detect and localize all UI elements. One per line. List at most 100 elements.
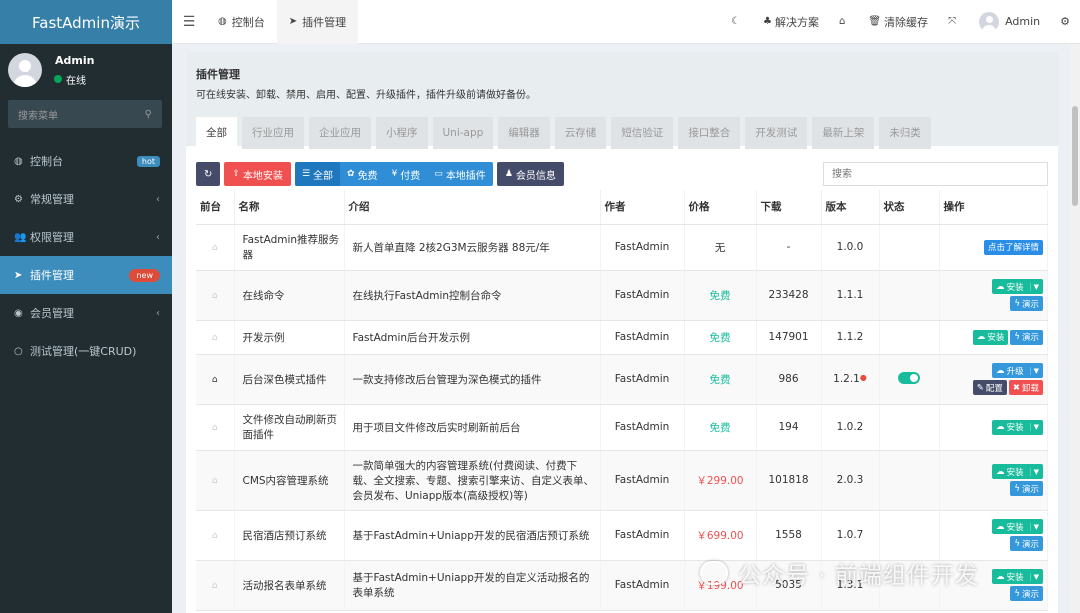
plugin-author[interactable]: FastAdmin (600, 270, 685, 321)
caret-down-icon[interactable]: ▼ (1029, 366, 1039, 375)
category-tab-4[interactable]: Uni-app (432, 117, 494, 149)
plugin-author[interactable]: FastAdmin (600, 224, 685, 271)
install-button[interactable]: ☁ 安装 ▼ (992, 464, 1043, 479)
detail-button[interactable]: 点击了解详情 (983, 239, 1043, 255)
sidebar-item-0[interactable]: ◍ 控制台 hot (0, 142, 172, 180)
search-icon[interactable]: ⚲ (145, 109, 152, 120)
sidebar-item-label: 插件管理 (30, 269, 74, 282)
page-scrollbar[interactable] (1070, 44, 1080, 613)
column-header: 作者 (600, 190, 685, 225)
home-icon[interactable]: ⌂ (212, 423, 218, 433)
home-icon[interactable]: ⌂ (212, 476, 218, 486)
category-tab-7[interactable]: 短信验证 (611, 117, 674, 149)
sidebar-item-2[interactable]: 👥 权限管理 ‹ (0, 218, 172, 256)
fullscreen-icon[interactable]: ⤧ (938, 16, 969, 27)
home-icon[interactable]: ⌂ (829, 16, 858, 27)
demo-button[interactable]: ϟ 演示 (1010, 586, 1043, 601)
install-button[interactable]: ☁ 安装 (972, 329, 1009, 345)
config-button[interactable]: ✎ 配置 (972, 380, 1007, 395)
hamburger-menu-icon[interactable]: ☰ (172, 14, 206, 30)
install-button[interactable]: ☁ 安装 ▼ (992, 419, 1043, 435)
category-tab-9[interactable]: 开发测试 (745, 117, 808, 149)
plugin-status (879, 320, 940, 355)
plugin-actions: ☁ 安装 ▼ ϟ 演示 (939, 450, 1048, 511)
caret-down-icon[interactable]: ▼ (1029, 467, 1039, 476)
panel-heading: 插件管理 可在线安装、卸载、禁用、启用、配置、升级插件，插件升级前请做好备份。 … (186, 52, 1058, 149)
uninstall-button[interactable]: ✖ 卸载 (1008, 380, 1043, 395)
plugin-author[interactable]: FastAdmin (600, 450, 685, 511)
category-tab-2[interactable]: 企业应用 (309, 117, 371, 149)
plugin-version: 1.0.7 (821, 510, 880, 561)
category-tab-10[interactable]: 最新上架 (812, 117, 875, 149)
category-tab-5[interactable]: 编辑器 (498, 117, 550, 149)
category-tab-0[interactable]: 全部 (196, 117, 237, 149)
home-icon[interactable]: ⌂ (212, 243, 218, 253)
demo-button[interactable]: ϟ 演示 (1010, 296, 1043, 311)
toggle-on-icon[interactable] (898, 371, 920, 384)
toolbar: ↻ ⇪ 本地安装 ☰ 全部 ✿ 免费 ¥ 付费 ▭ 本地插件 ♟ 会员信息 (186, 146, 1058, 190)
cloud-download-icon: ☁ (996, 466, 1005, 477)
plugin-version: 1.1.2 (821, 320, 880, 355)
sidebar-menu: ◍ 控制台 hot ⚙ 常规管理 ‹ 👥 权限管理 ‹ ➤ 插件管理 new ◉ 会员管理 ‹ ○ 测试管理(一… (0, 142, 172, 370)
demo-button[interactable]: ϟ 演示 (1010, 536, 1043, 551)
nav-tab-1[interactable]: ➤ 插件管理 (276, 0, 359, 44)
plugin-author[interactable]: FastAdmin (600, 320, 685, 355)
plugin-author[interactable]: FastAdmin (600, 354, 685, 405)
install-button[interactable]: ☁ 安装 ▼ (992, 519, 1043, 534)
filter-button-2[interactable]: ¥ 付费 (385, 162, 428, 186)
plugin-name: 开发示例 (234, 320, 345, 355)
cloud-download-icon: ☁ (996, 281, 1005, 292)
sidebar-item-3[interactable]: ➤ 插件管理 new (0, 256, 172, 294)
refresh-button[interactable]: ↻ (196, 162, 221, 186)
home-icon[interactable]: ⌂ (212, 291, 218, 301)
home-icon[interactable]: ⌂ (212, 531, 218, 541)
circle-icon: ○ (14, 345, 23, 357)
caret-down-icon[interactable]: ▼ (1029, 423, 1039, 431)
filter-button-3[interactable]: ▭ 本地插件 (427, 162, 493, 186)
demo-button[interactable]: ϟ 演示 (1010, 329, 1043, 345)
table-row: ⌂ 开发示例 FastAdmin后台开发示例 FastAdmin 免费 147901 1.1… (196, 320, 1048, 355)
home-icon[interactable]: ⌂ (212, 375, 218, 385)
home-icon[interactable]: ⌂ (212, 581, 218, 591)
plugin-author[interactable]: FastAdmin (600, 510, 685, 561)
plugin-search-input[interactable] (823, 162, 1048, 186)
clear-cache-button[interactable]: 🗑 清除缓存 (858, 14, 938, 30)
category-tab-11[interactable]: 未归类 (879, 117, 931, 149)
brand-logo[interactable]: FastAdmin演示 (0, 0, 172, 44)
plugin-panel: 插件管理 可在线安装、卸载、禁用、启用、配置、升级插件，插件升级前请做好备份。 … (186, 52, 1058, 613)
nav-tab-label: 插件管理 (302, 15, 347, 29)
dark-mode-icon[interactable]: ☾ (721, 16, 753, 27)
member-info-button[interactable]: ♟ 会员信息 (496, 162, 564, 186)
category-tab-1[interactable]: 行业应用 (242, 117, 304, 149)
settings-icon[interactable]: ⚙ (1050, 15, 1080, 28)
caret-down-icon[interactable]: ▼ (1029, 282, 1039, 291)
plugin-author[interactable]: FastAdmin (600, 560, 685, 611)
category-tabs: 全部 行业应用 企业应用 小程序 Uni-app 编辑器 云存储 短信验证 接口整合 开发测试 最新… (196, 117, 1048, 149)
category-tab-6[interactable]: 云存储 (554, 117, 607, 149)
demo-button[interactable]: ϟ 演示 (1010, 481, 1043, 496)
install-button[interactable]: ☁ 安装 ▼ (992, 279, 1043, 294)
sidebar-item-4[interactable]: ◉ 会员管理 ‹ (0, 294, 172, 332)
home-icon[interactable]: ⌂ (212, 333, 218, 343)
caret-down-icon[interactable]: ▼ (1029, 572, 1039, 581)
sidebar-item-5[interactable]: ○ 测试管理(一键CRUD) (0, 332, 172, 370)
local-install-button[interactable]: ⇪ 本地安装 (224, 162, 291, 186)
plugin-author[interactable]: FastAdmin (600, 404, 685, 451)
plugin-price: ￥299.00 (684, 450, 757, 511)
filter-button-1[interactable]: ✿ 免费 (340, 162, 385, 186)
cloud-upload-icon: ☁ (996, 365, 1005, 376)
menu-badge: new (129, 268, 160, 282)
caret-down-icon[interactable]: ▼ (1029, 522, 1039, 531)
solutions-link[interactable]: ♣ 解决方案 (753, 14, 829, 30)
install-button[interactable]: ☁ 安装 ▼ (992, 569, 1043, 584)
menu-search-input[interactable]: 搜索菜单 ⚲ (8, 100, 162, 128)
nav-tab-0[interactable]: ◍ 控制台 (206, 0, 277, 44)
sidebar-item-1[interactable]: ⚙ 常规管理 ‹ (0, 180, 172, 218)
admin-user-menu[interactable]: Admin (969, 11, 1050, 32)
category-tab-8[interactable]: 接口整合 (678, 117, 741, 149)
upgrade-button[interactable]: ☁ 升级 ▼ (992, 363, 1043, 378)
scroll-thumb[interactable] (1072, 106, 1078, 206)
category-tab-3[interactable]: 小程序 (376, 117, 428, 149)
filter-button-0[interactable]: ☰ 全部 (294, 162, 341, 186)
table-row: ⌂ FastAdmin推荐服务器 新人首单直降 2核2G3M云服务器 88元/年 Fa… (196, 224, 1048, 271)
